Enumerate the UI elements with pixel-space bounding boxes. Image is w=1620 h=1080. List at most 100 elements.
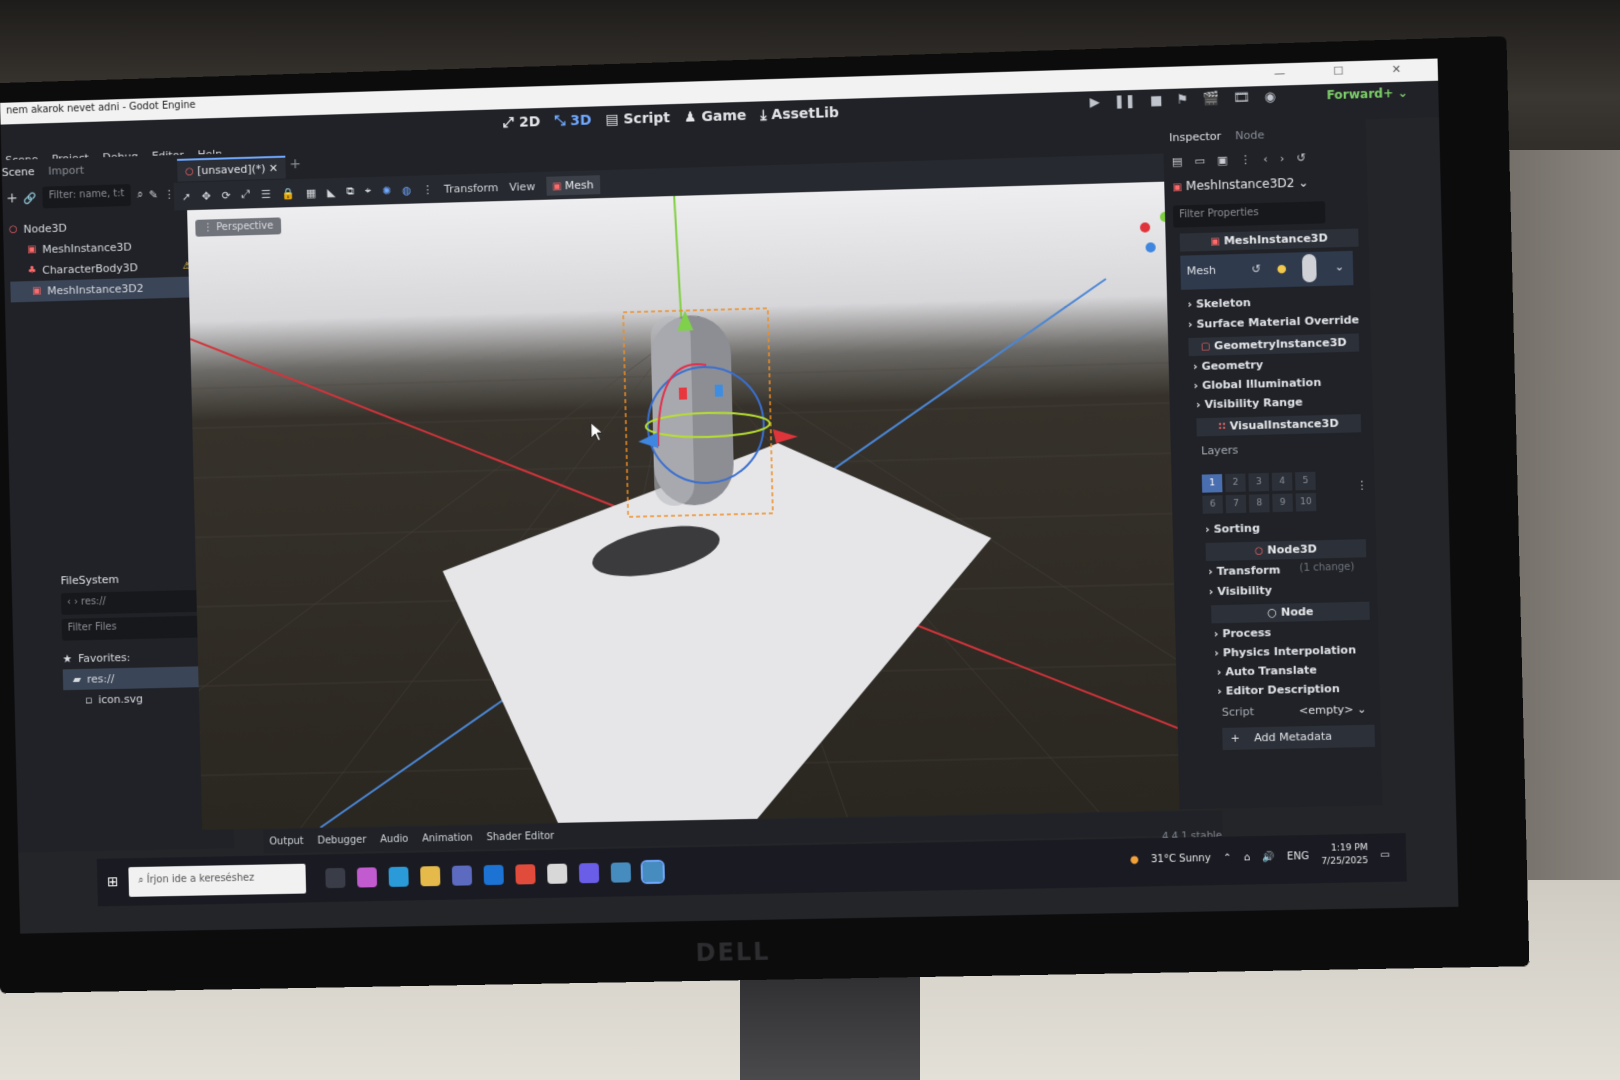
- rotate-tool-icon[interactable]: ⟳: [221, 189, 230, 202]
- pause-icon[interactable]: ❚❚: [1114, 94, 1136, 110]
- godot-icon[interactable]: [610, 862, 631, 883]
- tab-debugger[interactable]: Debugger: [317, 834, 366, 846]
- app-icon[interactable]: [578, 862, 599, 884]
- godot-active-icon[interactable]: [640, 859, 665, 885]
- menu-mesh[interactable]: ▣ Mesh: [545, 174, 600, 196]
- layer-4[interactable]: 4: [1271, 472, 1293, 491]
- movie-maker-icon[interactable]: ◉: [1264, 90, 1276, 105]
- layer-8[interactable]: 8: [1248, 494, 1270, 513]
- add-tab-icon[interactable]: +: [289, 156, 301, 172]
- weather-label[interactable]: 31°C Sunny: [1151, 853, 1211, 865]
- section-skeleton[interactable]: › Skeleton: [1187, 296, 1251, 311]
- layer-6[interactable]: 6: [1202, 495, 1223, 514]
- section-physics-interpolation[interactable]: › Physics Interpolation: [1214, 643, 1356, 659]
- store-icon[interactable]: [451, 865, 472, 886]
- layer-1[interactable]: 1: [1201, 474, 1223, 493]
- new-resource-icon[interactable]: ▤: [1172, 155, 1183, 168]
- open-folder-icon[interactable]: ▭: [1194, 154, 1205, 167]
- file-explorer-icon[interactable]: [419, 866, 441, 887]
- play-icon[interactable]: ▶: [1089, 95, 1099, 110]
- tab-inspector[interactable]: Inspector: [1169, 130, 1221, 145]
- close-icon[interactable]: ✕: [269, 162, 278, 175]
- layer-7[interactable]: 7: [1225, 494, 1247, 514]
- tab-audio[interactable]: Audio: [380, 833, 408, 845]
- script-icon[interactable]: ✎: [149, 188, 158, 201]
- chevron-up-icon[interactable]: ⌃: [1223, 852, 1232, 863]
- selected-node-select[interactable]: ▣ MeshInstance3D2 ⌄: [1172, 175, 1308, 193]
- chevron-down-icon[interactable]: ⌄: [1335, 260, 1345, 273]
- renderer-select[interactable]: Forward+ ⌄: [1326, 86, 1408, 103]
- more-icon[interactable]: ⋮: [1356, 479, 1368, 492]
- snap-icon[interactable]: ⧉: [346, 184, 354, 198]
- section-process[interactable]: › Process: [1214, 626, 1272, 640]
- list-tool-icon[interactable]: ☰: [261, 187, 271, 200]
- move-tool-icon[interactable]: ✥: [202, 189, 211, 202]
- section-geometry[interactable]: › Geometry: [1193, 358, 1263, 373]
- link-icon[interactable]: 🔗: [24, 191, 38, 204]
- ruler-icon[interactable]: ◣: [327, 185, 336, 198]
- section-visibility[interactable]: › Visibility: [1209, 584, 1273, 599]
- layer-3[interactable]: 3: [1248, 472, 1270, 492]
- tab-shader-editor[interactable]: Shader Editor: [486, 830, 554, 842]
- environment-icon[interactable]: ◍: [402, 183, 412, 196]
- section-global-illumination[interactable]: › Global Illumination: [1193, 376, 1321, 392]
- more-icon[interactable]: ⋮: [422, 183, 433, 196]
- app-icon[interactable]: [546, 863, 568, 884]
- tab-node[interactable]: Node: [1235, 128, 1264, 142]
- script-select[interactable]: <empty> ⌄: [1299, 703, 1367, 718]
- clock[interactable]: 1:19 PM 7/25/2025: [1321, 842, 1369, 869]
- select-tool-icon[interactable]: ➚: [182, 190, 191, 203]
- tab-output[interactable]: Output: [269, 835, 304, 847]
- layer-5[interactable]: 5: [1295, 471, 1316, 491]
- task-view-icon[interactable]: [325, 867, 346, 889]
- menu-view[interactable]: View: [509, 180, 535, 194]
- scale-tool-icon[interactable]: ⤢: [241, 188, 250, 202]
- tab-script[interactable]: ▤ Script: [605, 110, 670, 128]
- back-icon[interactable]: ‹: [1263, 152, 1268, 165]
- tab-import[interactable]: Import: [48, 164, 84, 178]
- network-icon[interactable]: ⌂: [1244, 852, 1251, 863]
- tab-game[interactable]: ♟ Game: [684, 108, 747, 126]
- section-editor-description[interactable]: › Editor Description: [1217, 682, 1340, 698]
- outlook-icon[interactable]: [483, 864, 504, 886]
- 3d-viewport[interactable]: ⋮ Perspective: [187, 180, 1221, 831]
- mesh-property[interactable]: Mesh ↺ ● ⌄: [1180, 250, 1354, 290]
- perspective-menu[interactable]: ⋮ Perspective: [195, 217, 282, 237]
- section-transform[interactable]: › Transform (1 change): [1208, 562, 1355, 579]
- window-controls[interactable]: — ☐ ✕: [1274, 62, 1424, 80]
- play-scene-icon[interactable]: 🎬: [1202, 91, 1219, 107]
- tree-node-meshinstance3d2[interactable]: ▣ MeshInstance3D2 ◉: [10, 275, 212, 303]
- section-auto-translate[interactable]: › Auto Translate: [1217, 663, 1318, 678]
- group-icon[interactable]: ▦: [306, 186, 317, 199]
- menu-transform[interactable]: Transform: [444, 181, 499, 196]
- play-custom-icon[interactable]: 🎞: [1233, 90, 1250, 106]
- lang-label[interactable]: ENG: [1287, 851, 1309, 863]
- layer-9[interactable]: 9: [1272, 493, 1293, 513]
- taskbar-search-input[interactable]: ⌕ Írjon ide a kereséshez: [128, 863, 306, 897]
- windows-start-icon[interactable]: ⊞: [107, 874, 119, 890]
- notification-icon[interactable]: ▭: [1380, 849, 1390, 860]
- edge-icon[interactable]: [388, 866, 409, 887]
- volume-icon[interactable]: 🔊: [1262, 851, 1275, 862]
- local-space-icon[interactable]: ⌖: [365, 184, 371, 198]
- save-icon[interactable]: ▣: [1217, 154, 1228, 167]
- lock-icon[interactable]: 🔒: [281, 187, 295, 200]
- chrome-icon[interactable]: [515, 864, 536, 885]
- layer-10[interactable]: 10: [1295, 492, 1317, 512]
- stop-icon[interactable]: ■: [1150, 93, 1163, 108]
- section-sorting[interactable]: › Sorting: [1205, 522, 1260, 536]
- section-surface-material-override[interactable]: › Surface Material Override: [1188, 313, 1360, 331]
- inspector-filter-input[interactable]: Filter Properties: [1172, 201, 1326, 228]
- sun-icon[interactable]: ✺: [382, 184, 391, 197]
- remote-debug-icon[interactable]: ⚑: [1176, 92, 1188, 107]
- layer-2[interactable]: 2: [1225, 473, 1246, 493]
- forward-icon[interactable]: ›: [1280, 152, 1285, 165]
- tab-2d[interactable]: ⤢ 2D: [503, 114, 541, 131]
- revert-icon[interactable]: ↺: [1251, 262, 1261, 275]
- scene-filter-input[interactable]: Filter: name, t:t: [42, 184, 132, 209]
- tab-assetlib[interactable]: ⤓ AssetLib: [760, 105, 839, 123]
- history-icon[interactable]: ↺: [1296, 151, 1306, 164]
- more-icon[interactable]: ⋮: [1240, 153, 1251, 166]
- scene-tab-unsaved[interactable]: ○ [unsaved](*) ✕: [177, 155, 287, 182]
- section-visibility-range[interactable]: › Visibility Range: [1196, 395, 1303, 411]
